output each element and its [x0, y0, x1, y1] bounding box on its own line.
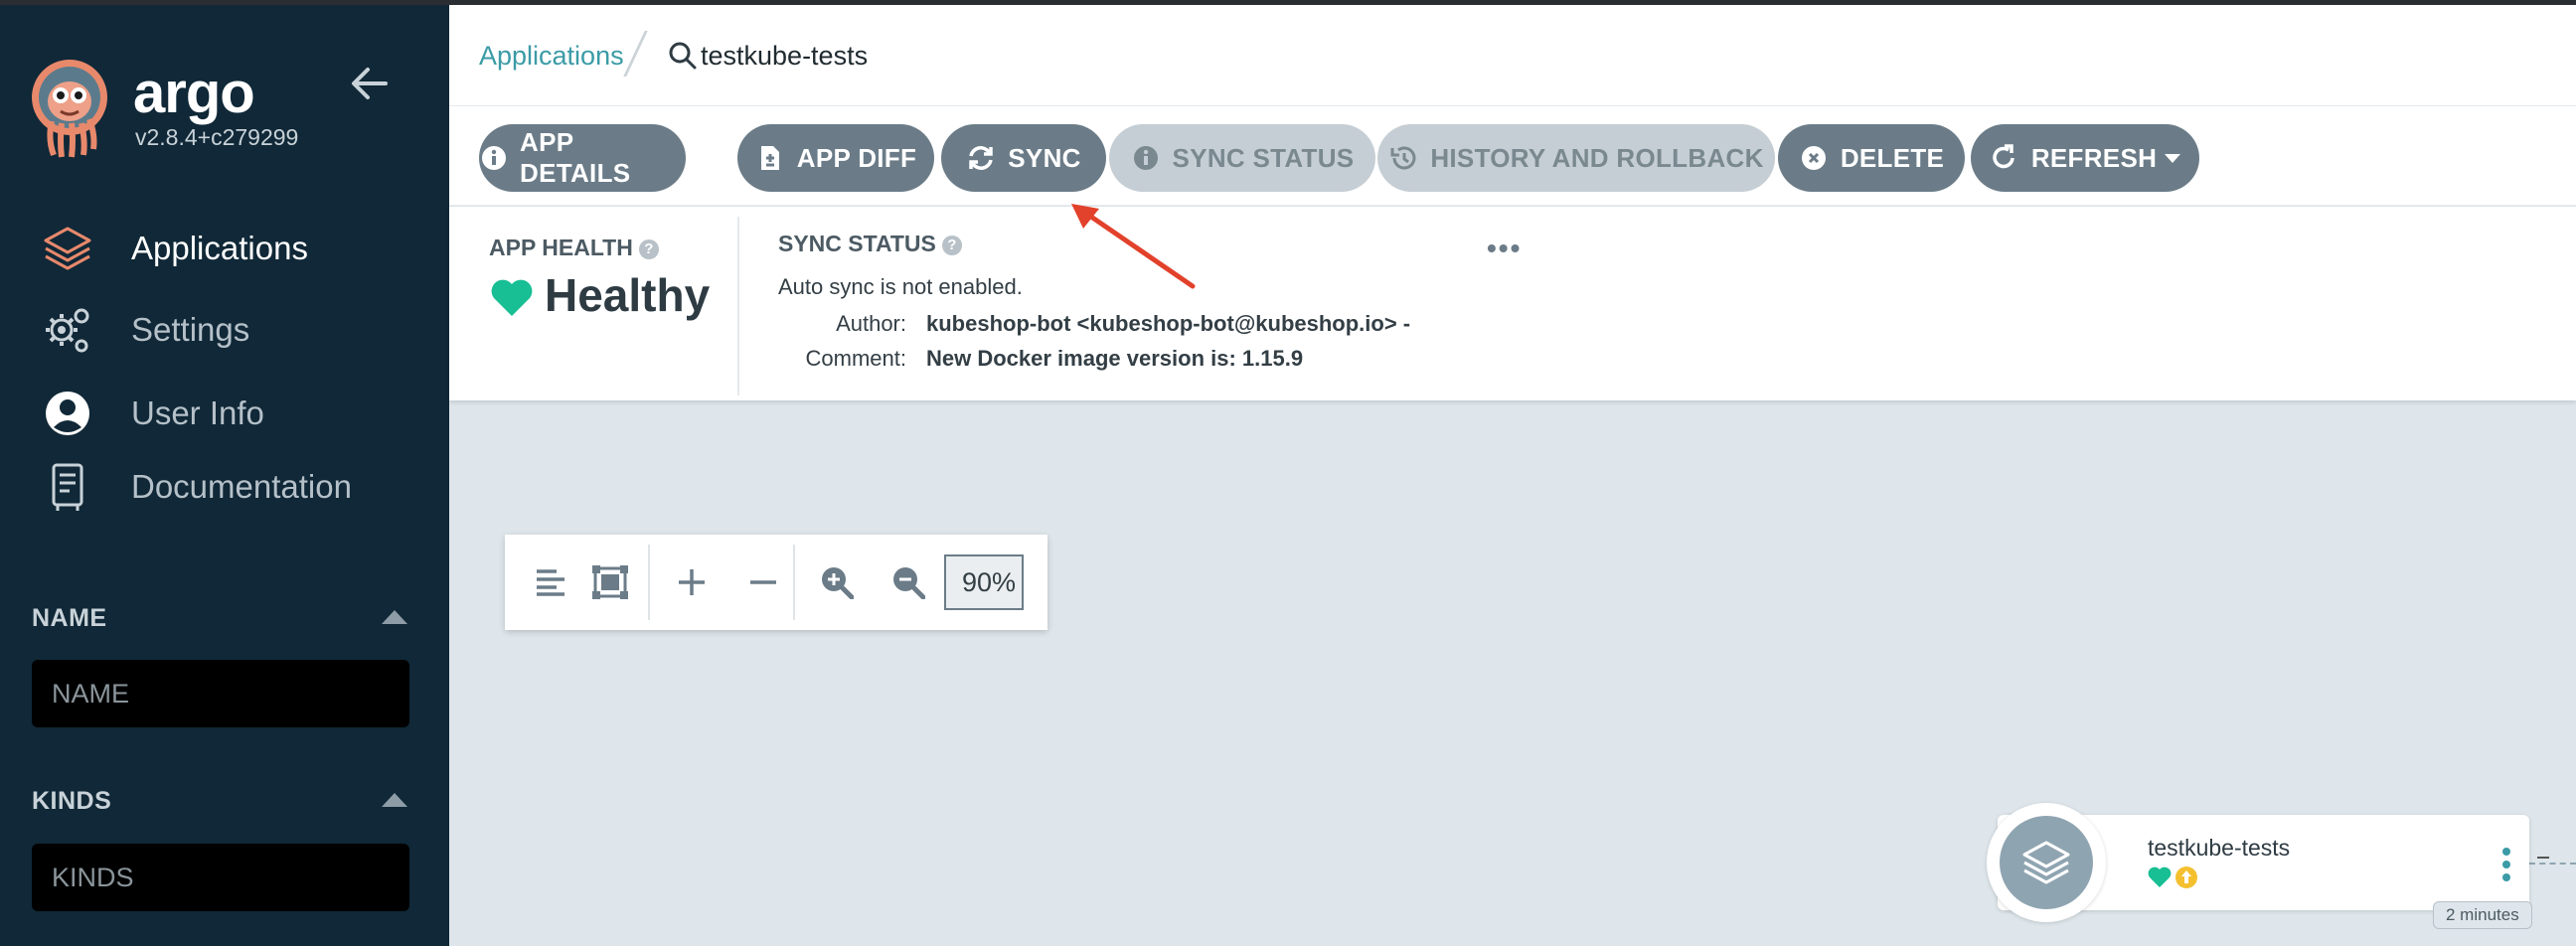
sync-icon: [966, 143, 996, 173]
breadcrumb-applications-link[interactable]: Applications: [479, 41, 624, 72]
app-status-panel: APP HEALTH? Healthy SYNC STATUS? Auto sy…: [449, 207, 2576, 400]
brand-name: argo: [133, 61, 255, 125]
section-divider: [737, 217, 739, 395]
refresh-button[interactable]: REFRESH: [1971, 124, 2199, 192]
sidebar-item-label: Applications: [131, 230, 308, 266]
kebab-menu-icon[interactable]: [2496, 847, 2516, 882]
app-health-title-text: APP HEALTH: [489, 235, 633, 260]
breadcrumb-separator: [623, 31, 648, 77]
name-filter-input[interactable]: [32, 660, 409, 727]
plus-icon[interactable]: [668, 558, 716, 606]
node-age-badge: 2 minutes: [2433, 901, 2532, 929]
kinds-filter-input[interactable]: [32, 844, 409, 911]
search-icon: [668, 41, 698, 71]
app-health-title: APP HEALTH?: [489, 235, 659, 261]
times-circle-icon: [1799, 143, 1829, 173]
fit-screen-icon[interactable]: [586, 558, 634, 606]
button-label: APP DIFF: [796, 142, 917, 173]
out-of-sync-icon: [2175, 867, 2197, 888]
app-node-icon-bg: [2000, 816, 2093, 909]
author-value: kubeshop-bot <kubeshop-bot@kubeshop.io> …: [926, 311, 1411, 336]
sidebar-item-label: Documentation: [131, 468, 352, 505]
button-label: SYNC: [1008, 142, 1081, 173]
caret-down-icon: [2165, 153, 2181, 163]
sidebar-item-user-info[interactable]: User Info: [40, 384, 264, 443]
app-toolbar: APP DETAILS APP DIFF SYNC SYNC STATUS HI…: [449, 106, 2576, 206]
help-icon[interactable]: ?: [941, 235, 962, 255]
comment-value: New Docker image version is: 1.15.9: [926, 346, 1304, 371]
file-diff-icon: [755, 143, 785, 173]
sidebar-item-applications[interactable]: Applications: [40, 219, 308, 278]
argo-logo: [28, 58, 111, 161]
app-node-name: testkube-tests: [2148, 835, 2291, 861]
sync-status-title: SYNC STATUS?: [778, 231, 962, 257]
comment-label: Comment:: [805, 346, 906, 371]
minus-icon[interactable]: [739, 558, 787, 606]
zoom-level-field[interactable]: 90%: [944, 554, 1024, 610]
sidebar: argo v2.8.4+c279299 Applications Setting…: [0, 0, 449, 946]
layers-icon: [2022, 841, 2070, 884]
graph-toolbar: 90%: [505, 535, 1047, 630]
sync-status-button[interactable]: SYNC STATUS: [1109, 124, 1375, 192]
collapse-sidebar-button[interactable]: [348, 62, 392, 105]
history-icon: [1388, 143, 1418, 173]
toolbar-divider: [648, 545, 650, 620]
book-icon: [40, 459, 95, 515]
sync-status-title-text: SYNC STATUS: [778, 231, 936, 256]
page-header: Applications testkube-tests: [449, 5, 2576, 106]
align-left-icon[interactable]: [527, 558, 574, 606]
button-label: SYNC STATUS: [1172, 142, 1355, 173]
layers-icon: [40, 221, 95, 276]
filter-title-name: NAME: [32, 604, 107, 632]
zoom-in-icon[interactable]: [813, 558, 861, 606]
app-details-button[interactable]: APP DETAILS: [479, 124, 686, 192]
breadcrumb-current-app: testkube-tests: [701, 41, 869, 71]
refresh-icon: [1990, 143, 2019, 173]
delete-button[interactable]: DELETE: [1778, 124, 1965, 192]
auto-sync-text: Auto sync is not enabled.: [778, 274, 1023, 299]
app-diff-button[interactable]: APP DIFF: [737, 124, 934, 192]
history-rollback-button[interactable]: HISTORY AND ROLLBACK: [1377, 124, 1775, 192]
button-label: REFRESH: [2030, 142, 2158, 173]
info-icon: [1131, 143, 1161, 173]
window-top-edge: [0, 0, 2576, 5]
sync-button[interactable]: SYNC: [941, 124, 1106, 192]
annotation-arrow: [1071, 204, 1196, 289]
button-label: HISTORY AND ROLLBACK: [1430, 142, 1764, 173]
button-label: DELETE: [1840, 142, 1945, 173]
graph-edge: [2529, 863, 2576, 865]
help-icon[interactable]: ?: [638, 238, 659, 259]
user-circle-icon: [40, 386, 95, 441]
version-label: v2.8.4+c279299: [135, 124, 299, 150]
filter-title-kinds: KINDS: [32, 787, 112, 815]
heart-icon: [489, 278, 535, 323]
sidebar-item-settings[interactable]: Settings: [40, 300, 249, 360]
gears-icon: [40, 302, 95, 358]
edge-collapse-tick: [2537, 857, 2549, 859]
sidebar-item-label: Settings: [131, 311, 250, 348]
sidebar-item-documentation[interactable]: Documentation: [40, 457, 352, 517]
health-status-value: Healthy: [545, 269, 711, 321]
toolbar-divider: [793, 545, 795, 620]
heart-icon: [2148, 867, 2172, 887]
arrow-left-icon: [352, 68, 388, 99]
button-label: APP DETAILS: [520, 127, 631, 188]
caret-up-icon[interactable]: [382, 793, 407, 807]
sidebar-item-label: User Info: [131, 394, 264, 431]
info-icon: [479, 143, 508, 173]
caret-up-icon[interactable]: [382, 610, 407, 624]
more-options-icon[interactable]: •••: [1487, 233, 1522, 264]
author-label: Author:: [836, 311, 906, 336]
zoom-out-icon[interactable]: [885, 558, 932, 606]
